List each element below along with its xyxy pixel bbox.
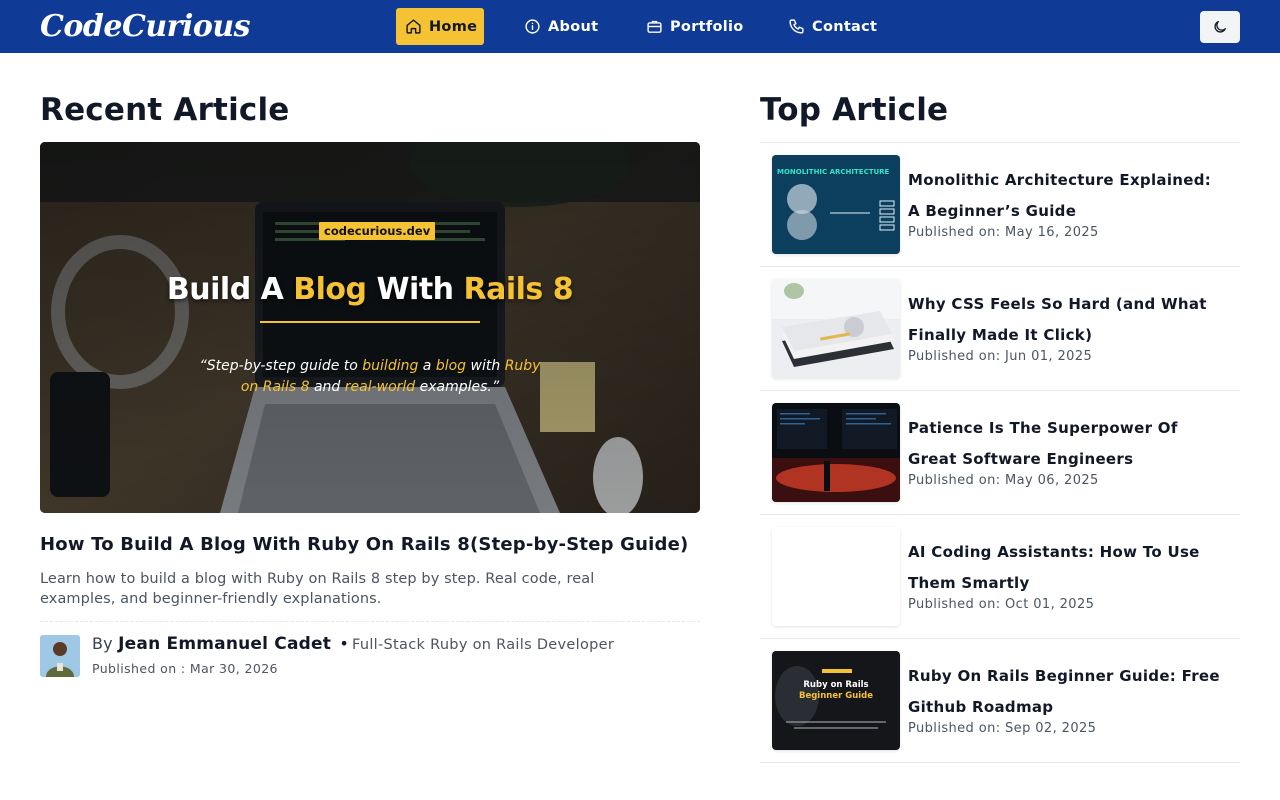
hero-background-illustration [40,142,700,513]
author-role: Full-Stack Ruby on Rails Developer [352,637,615,653]
list-item[interactable]: Ruby on Rails Beginner Guide Ruby On Rai… [760,639,1240,763]
article-thumbnail[interactable]: Ruby on Rails Beginner Guide [772,651,900,750]
article-date: Published on: Sep 02, 2025 [908,721,1097,736]
ai-assistants-thumbnail-image [772,527,900,626]
hero-underline [260,321,480,323]
thumb-label: MONOLITHIC ARCHITECTURE [777,168,890,176]
article-date: Published on: May 16, 2025 [908,225,1099,240]
article-thumbnail[interactable] [772,527,900,626]
hero-sub-highlight: real-world [344,379,416,395]
author-line: By Jean Emmanuel Cadet • Full-Stack Ruby … [92,634,614,654]
article-text: Why CSS Feels So Hard (and What Finally … [908,289,1228,364]
divider [40,621,700,622]
avatar-image [40,635,80,677]
hero-headline-part: With [366,272,464,307]
theme-toggle-button[interactable] [1200,11,1240,43]
thumb-label: Beginner Guide [799,691,873,701]
author-name[interactable]: Jean Emmanuel Cadet [118,634,331,654]
article-thumbnail[interactable] [772,403,900,502]
list-item[interactable]: Patience Is The Superpower Of Great Soft… [760,391,1240,515]
article-thumbnail[interactable] [772,279,900,378]
list-item[interactable]: MONOLITHIC ARCHITECTURE Monolithic Archi… [760,143,1240,267]
recent-article-date: Published on : Mar 30, 2026 [92,661,278,676]
nav-portfolio[interactable]: Portfolio [637,8,753,45]
home-icon [406,19,421,34]
article-text: Ruby On Rails Beginner Guide: Free Githu… [908,661,1228,736]
hero-sub-part: and [309,379,345,395]
article-title[interactable]: Patience Is The Superpower Of Great Soft… [908,413,1228,475]
nav-portfolio-label: Portfolio [670,18,744,35]
article-title[interactable]: AI Coding Assistants: How To Use Them Sm… [908,537,1228,599]
hero-sub-part: examples.” [415,379,500,395]
top-article-list: MONOLITHIC ARCHITECTURE Monolithic Archi… [760,142,1240,763]
nav-about-label: About [548,18,599,35]
hero-sub-part: “Step-by-step [199,358,296,374]
author-separator: • [339,634,350,653]
css-books-thumbnail-image [772,279,900,378]
hero-headline-highlight: Rails 8 [463,272,574,307]
hero-site-badge: codecurious.dev [319,222,436,240]
article-text: AI Coding Assistants: How To Use Them Sm… [908,537,1228,612]
nav-about[interactable]: About [515,8,607,45]
article-title[interactable]: Why CSS Feels So Hard (and What Finally … [908,289,1228,351]
hero-subtitle: “Step-by-step guide to building a blog w… [190,356,550,398]
info-icon [525,19,540,34]
briefcase-icon [647,20,662,33]
nav-home-label: Home [429,18,478,35]
article-thumbnail[interactable]: MONOLITHIC ARCHITECTURE [772,155,900,254]
top-article-heading: Top Article [760,92,949,128]
author-prefix: By [92,634,113,653]
nav-contact[interactable]: Contact [779,8,886,45]
hero-sub-part: guide to [295,358,363,374]
thumb-label: Ruby on Rails [803,680,868,690]
article-date: Published on: Jun 01, 2025 [908,349,1093,364]
article-title[interactable]: Ruby On Rails Beginner Guide: Free Githu… [908,661,1228,723]
hero-sub-part: with [466,358,505,374]
article-title[interactable]: Monolithic Architecture Explained: A Beg… [908,165,1228,227]
brand-logo[interactable]: CodeCurious [40,8,251,46]
recent-article-heading: Recent Article [40,92,290,128]
patience-thumbnail-image [772,403,900,502]
list-item[interactable]: Why CSS Feels So Hard (and What Finally … [760,267,1240,391]
hero-sub-highlight: building [362,358,419,374]
list-item[interactable]: AI Coding Assistants: How To Use Them Sm… [760,515,1240,639]
nav-contact-label: Contact [812,18,878,35]
recent-article-image[interactable]: codecurious.dev Build A Blog With Rails … [40,142,700,513]
article-date: Published on: May 06, 2025 [908,473,1099,488]
article-text: Patience Is The Superpower Of Great Soft… [908,413,1228,488]
monolithic-thumbnail-image: MONOLITHIC ARCHITECTURE [772,155,900,254]
article-text: Monolithic Architecture Explained: A Beg… [908,165,1228,240]
hero-sub-part: a [418,358,436,374]
avatar [40,635,80,677]
hero-headline-part: Build A [166,272,294,307]
nav-home[interactable]: Home [396,8,484,45]
hero-headline: Build A Blog With Rails 8 [40,272,700,307]
rails-guide-thumbnail-image: Ruby on Rails Beginner Guide [772,651,900,750]
hero-sub-highlight: blog [435,358,467,374]
navbar: CodeCurious Home About Portfolio Contact [0,0,1280,53]
recent-article-description: Learn how to build a blog with Ruby on R… [40,571,595,607]
article-date: Published on: Oct 01, 2025 [908,597,1095,612]
phone-icon [789,19,804,34]
moon-icon [1214,21,1226,33]
hero-headline-highlight: Blog [293,272,367,307]
recent-article-title[interactable]: How To Build A Blog With Ruby On Rails 8… [40,534,700,555]
